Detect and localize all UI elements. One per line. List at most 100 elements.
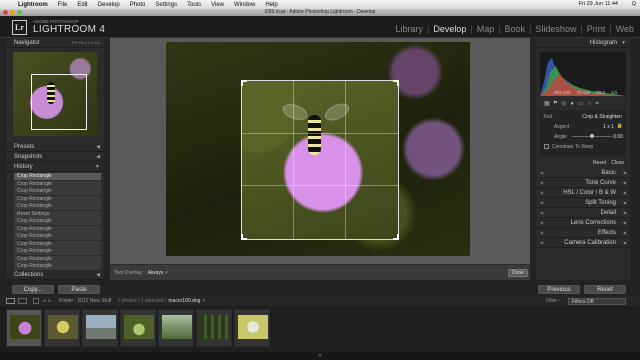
spotlight-icon[interactable]: Q — [632, 1, 636, 7]
crop-handle[interactable] — [393, 234, 399, 240]
menu-photo[interactable]: Photo — [126, 2, 152, 8]
history-item[interactable]: Crop Rectangle — [14, 203, 101, 210]
section-basic[interactable]: ◀ Basic ◀ — [536, 168, 630, 178]
angle-slider[interactable] — [572, 134, 612, 138]
radial-filter-icon[interactable]: ○ — [588, 101, 592, 107]
section-label: Split Toning — [585, 199, 616, 206]
crop-tool-icon[interactable]: ⌗ — [554, 100, 557, 107]
navigator-frame[interactable] — [31, 74, 87, 130]
zoom-window-icon[interactable] — [17, 10, 22, 15]
menu-window[interactable]: Window — [230, 2, 261, 8]
menu-tools[interactable]: Tools — [183, 2, 207, 8]
adjustment-brush-icon[interactable]: ━ — [595, 100, 599, 107]
close-window-icon[interactable] — [3, 10, 8, 15]
done-button[interactable]: Done — [508, 269, 528, 277]
module-web[interactable]: Web — [616, 24, 634, 34]
reset-button[interactable]: Reset — [584, 285, 626, 294]
minimize-window-icon[interactable] — [10, 10, 15, 15]
module-print[interactable]: Print — [587, 24, 606, 34]
bottom-panel-toggle-icon[interactable]: ▲ — [0, 352, 640, 360]
snapshots-header[interactable]: Snapshots ◀ — [6, 152, 104, 162]
dropdown-icon[interactable]: ▾ — [165, 270, 168, 276]
menu-settings[interactable]: Settings — [151, 2, 183, 8]
navigator-preview[interactable] — [13, 52, 97, 136]
history-item[interactable]: Crop Rectangle — [14, 263, 101, 270]
second-window-icon[interactable] — [18, 298, 27, 304]
crop-handle[interactable] — [241, 80, 247, 86]
history-item[interactable]: Crop Rectangle — [14, 248, 101, 255]
history-item[interactable]: Crop Rectangle — [14, 240, 101, 248]
back-arrow-icon[interactable]: ◂ — [43, 298, 46, 304]
module-map[interactable]: Map — [477, 24, 495, 34]
filter-select[interactable]: Filters Off — [568, 297, 626, 305]
window-titlebar: t289.lrcat - Adobe Photoshop Lightroom -… — [0, 9, 640, 16]
history-header[interactable]: History ▼ — [6, 162, 104, 172]
main-window-icon[interactable] — [6, 298, 15, 304]
filmstrip-thumb[interactable] — [234, 309, 270, 347]
history-item[interactable]: Crop Rectangle — [14, 173, 101, 180]
module-library[interactable]: Library — [395, 24, 423, 34]
crop-handle[interactable] — [393, 80, 399, 86]
history-item[interactable]: Reset Settings — [14, 210, 101, 218]
section-effects[interactable]: ◀ Effects ◀ — [536, 228, 630, 238]
history-item[interactable]: Crop Rectangle — [14, 195, 101, 203]
history-item[interactable]: Crop Rectangle — [14, 188, 101, 195]
menu-app[interactable]: Lightroom — [14, 2, 54, 8]
spot-removal-icon[interactable]: ◎ — [561, 100, 566, 107]
section-camera-calibration[interactable]: ◀ Camera Calibration ◀ — [536, 238, 630, 248]
paste-button[interactable]: Paste — [58, 285, 100, 294]
section-detail[interactable]: ◀ Detail ◀ — [536, 208, 630, 218]
forward-arrow-icon[interactable]: ▸ — [49, 298, 52, 304]
aspect-label: Aspect : — [554, 124, 573, 130]
filmstrip-thumb[interactable] — [6, 309, 42, 347]
history-item[interactable]: Crop Rectangle — [14, 180, 101, 188]
previous-button[interactable]: Previous — [538, 285, 580, 294]
history-item[interactable]: Crop Rectangle — [14, 225, 101, 233]
history-item[interactable]: Crop Rectangle — [14, 233, 101, 240]
graduated-filter-icon[interactable]: ▭ — [578, 100, 584, 107]
dropdown-icon[interactable]: ▾ — [202, 298, 205, 304]
crop-close-button[interactable]: Close — [611, 160, 624, 166]
menu-help[interactable]: Help — [261, 2, 283, 8]
filmstrip-thumb[interactable] — [44, 309, 80, 347]
section-tone-curve[interactable]: ◀ Tone Curve ◀ — [536, 178, 630, 188]
angle-value[interactable]: 0.00 — [613, 134, 623, 140]
crop-reset-button[interactable]: Reset — [593, 160, 606, 166]
module-slideshow[interactable]: Slideshow — [535, 24, 576, 34]
grid-view-icon[interactable] — [33, 298, 39, 304]
filmstrip-thumb[interactable] — [196, 309, 232, 347]
navigator-header[interactable]: Navigator FIT FILL 1:1 3:1 — [6, 38, 104, 48]
module-develop[interactable]: Develop — [433, 24, 466, 34]
histogram[interactable]: ISO 100 70 mm f/8.0 1/1 — [540, 52, 626, 96]
menubar-clock[interactable]: Fri 29 Jun 11:44 — [579, 1, 618, 7]
section-hsl[interactable]: ◀ HSL / Color / B & W ◀ — [536, 188, 630, 198]
tool-overlay-select[interactable]: Always — [148, 270, 164, 276]
filmstrip-thumb[interactable] — [120, 309, 156, 347]
menu-view[interactable]: View — [207, 2, 230, 8]
menu-file[interactable]: File — [54, 2, 74, 8]
source-folder[interactable]: Folder : 2012 New Stuff — [59, 298, 111, 304]
history-item[interactable]: Crop Rectangle — [14, 218, 101, 225]
menu-edit[interactable]: Edit — [73, 2, 93, 8]
section-lens-corrections[interactable]: ◀ Lens Corrections ◀ — [536, 218, 630, 228]
presets-header[interactable]: Presets ◀ — [6, 142, 104, 152]
constrain-checkbox[interactable] — [544, 144, 549, 149]
red-eye-icon[interactable]: ● — [570, 101, 574, 107]
photo-canvas[interactable] — [166, 42, 470, 256]
section-split-toning[interactable]: ◀ Split Toning ◀ — [536, 198, 630, 208]
aspect-select[interactable]: 1 x 1 — [603, 124, 614, 130]
histogram-header[interactable]: Histogram ▼ — [536, 38, 630, 48]
angle-slider-thumb[interactable] — [590, 134, 594, 138]
filmstrip-thumb[interactable] — [82, 309, 118, 347]
collections-header[interactable]: Collections ◀ — [6, 270, 104, 280]
copy-button[interactable]: Copy... — [12, 285, 54, 294]
crop-handle[interactable] — [241, 234, 247, 240]
history-item[interactable]: Crop Rectangle — [14, 255, 101, 263]
filmstrip-thumb[interactable] — [158, 309, 194, 347]
lock-icon[interactable]: 🔒 — [617, 123, 623, 129]
navigator-zoom-options[interactable]: FIT FILL 1:1 3:1 — [72, 40, 100, 45]
crop-rectangle[interactable] — [241, 80, 399, 240]
module-book[interactable]: Book — [505, 24, 526, 34]
grid-icon[interactable]: ▦ — [544, 100, 550, 107]
menu-develop[interactable]: Develop — [94, 2, 126, 8]
